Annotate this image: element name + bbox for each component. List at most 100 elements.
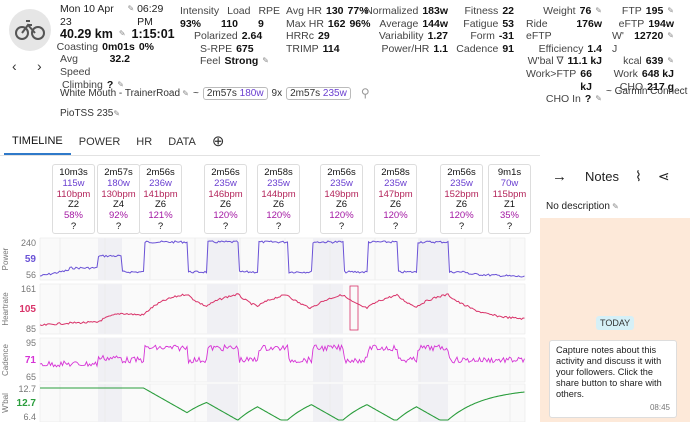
interval-w: 115w: [62, 177, 85, 189]
notes-header: → Notes ⌇ ⋖: [540, 157, 690, 195]
rpe-value[interactable]: 9: [258, 18, 264, 31]
polarized-value: 2.64: [241, 30, 263, 43]
chip1-time: 2m57s: [206, 87, 237, 99]
power-hr-value: 1.1: [433, 42, 448, 55]
interval-chip-warmup[interactable]: 2m57s 180w: [202, 86, 268, 100]
weight-value[interactable]: 76: [580, 5, 592, 18]
trimp-value: 114: [322, 42, 340, 55]
chart-tick-cadence: 71: [25, 355, 37, 366]
interval-band: [418, 338, 448, 382]
fitness-label: Fitness: [464, 5, 499, 17]
interval-card[interactable]: 2m56s 235w 149bpm Z6 120%?: [320, 164, 363, 234]
notes-message-time: 08:45: [649, 403, 670, 412]
data-source: ~ Garmin Connect: [606, 86, 688, 97]
tab-hr[interactable]: HR: [128, 130, 160, 154]
form-label: Form: [470, 30, 495, 43]
wj-value[interactable]: 12720: [634, 30, 663, 55]
piotss-value[interactable]: 235: [97, 108, 114, 119]
paperclip-icon[interactable]: ⌇: [635, 168, 642, 185]
metrics-power: Normalized 183w Average 144w Variability 1.…: [365, 5, 448, 55]
chart-tick-wbal: 6.4: [23, 412, 36, 422]
share-icon[interactable]: ⋖: [658, 168, 670, 185]
metrics-rider: Weight 76 ✎ Ride eFTP 176w Efficiency 1.4 W'…: [526, 5, 602, 106]
chart-tick-hr: 161: [21, 284, 36, 294]
ftp-label: FTP: [621, 5, 642, 17]
prev-activity-icon[interactable]: ‹: [12, 58, 17, 74]
load-value: 110: [221, 17, 238, 30]
efficiency-label: Efficiency: [538, 42, 584, 55]
fatigue-value: 53: [502, 17, 514, 30]
ride-eftp-value: 176w: [576, 17, 602, 30]
workout-name[interactable]: White Mouth - TrainerRoad: [60, 88, 180, 99]
add-tab-icon[interactable]: ⊕: [204, 130, 233, 154]
interval-band: [207, 338, 238, 382]
metrics-intensity: Intensity Load RPE 93% 110 9 Polarized 2.64 S…: [180, 5, 281, 68]
next-activity-icon[interactable]: ›: [37, 58, 42, 74]
normalized-value: 183w: [422, 5, 448, 17]
metrics-fitness: Fitness 22 Fatigue 53 Form -31 Cadence 91: [456, 5, 514, 55]
chart-axis-label-wbal: W'bal: [1, 393, 10, 413]
metrics-ftp: FTP 195 ✎ eFTP 194w W' J 12720 ✎ kcal 639 ✎ Wor…: [612, 5, 674, 93]
chip2-power: 235w: [322, 87, 347, 99]
interval-q: ?: [506, 220, 513, 232]
interval-q: ?: [338, 220, 345, 232]
work-ftp-value: 66 kJ: [580, 67, 592, 93]
interval-w: 235w: [267, 177, 290, 189]
interval-card[interactable]: 9m1s 70w 115bpm Z1 35%?: [488, 164, 531, 234]
interval-band: [313, 284, 343, 334]
interval-card[interactable]: 2m56s 235w 146bpm Z6 120%?: [204, 164, 247, 234]
intensity-value: 93%: [180, 17, 202, 30]
timeline-charts[interactable]: Power 240 59 56 Heartrate 161 105 85 Cadence 95 71…: [0, 236, 540, 422]
activity-summary: Mon 10 Apr 23 ✎ 06:29 PM 40.29 km ✎ 1:15:0…: [57, 3, 180, 91]
tab-timeline[interactable]: TIMELINE: [4, 129, 71, 155]
notes-title: Notes: [585, 168, 619, 184]
activity-duration: 1:15:01: [131, 27, 175, 42]
feel-label: Feel: [200, 55, 221, 68]
form-value: -31: [498, 30, 514, 43]
interval-chip-repeat[interactable]: 2m57s 235w: [286, 86, 351, 100]
work-value: 648 kJ: [641, 67, 674, 80]
eftp-label: eFTP: [618, 17, 645, 30]
interval-card[interactable]: 2m56s 236w 141bpm Z6 121%?: [139, 164, 182, 234]
interval-band: [313, 384, 343, 422]
interval-band: [98, 338, 122, 382]
activity-date: Mon 10 Apr 23: [60, 3, 114, 28]
chart-tick-wbal: 12.7: [17, 398, 37, 409]
interval-q: ?: [70, 220, 77, 232]
intensity-label: Intensity: [180, 5, 220, 17]
average-label: Average: [379, 17, 419, 30]
arrow-right-icon[interactable]: →: [552, 168, 567, 185]
search-icon[interactable]: ⚲: [361, 86, 370, 100]
cho-in-value[interactable]: ?: [585, 93, 591, 106]
rpe-label: RPE: [258, 5, 281, 17]
athlete-avatar[interactable]: [9, 9, 51, 51]
feel-value[interactable]: Strong: [224, 55, 258, 68]
trimp-label: TRIMP: [286, 42, 319, 55]
average-value: 144w: [422, 17, 448, 30]
chart-axis-label-power: Power: [1, 247, 10, 270]
chart-tick-power: 56: [26, 270, 36, 280]
tilde-label: ~: [193, 87, 199, 99]
chart-tick-hr: 85: [26, 324, 36, 334]
tab-power[interactable]: POWER: [71, 130, 129, 154]
cadence-value: 91: [502, 42, 514, 55]
avg-speed-value: 32.2: [109, 53, 130, 66]
load-label: Load: [227, 5, 251, 17]
max-hr-label: Max HR: [286, 17, 324, 30]
workout-summary-line: White Mouth - TrainerRoad ✎ ~ 2m57s 180w…: [60, 86, 370, 100]
cadence-label: Cadence: [456, 42, 499, 55]
description-field[interactable]: No description ✎: [540, 196, 690, 218]
interval-band: [207, 384, 238, 422]
tab-data[interactable]: DATA: [160, 130, 204, 154]
eftp-value: 194w: [648, 17, 674, 30]
kcal-value[interactable]: 639: [646, 55, 664, 68]
interval-card[interactable]: 10m3s 115w 110bpm Z2 58%?: [52, 164, 95, 234]
interval-w: 180w: [107, 177, 130, 189]
ftp-value[interactable]: 195: [646, 5, 664, 18]
piotss-label: PioTSS: [60, 108, 94, 119]
interval-card[interactable]: 2m58s 235w 144bpm Z6 120%?: [257, 164, 300, 234]
interval-card[interactable]: 2m56s 235w 152bpm Z6 120%?: [440, 164, 483, 234]
kcal-label: kcal: [623, 55, 642, 68]
interval-card[interactable]: 2m58s 235w 147bpm Z6 120%?: [374, 164, 417, 234]
interval-card[interactable]: 2m57s 180w 130bpm Z4 92%?: [97, 164, 140, 234]
